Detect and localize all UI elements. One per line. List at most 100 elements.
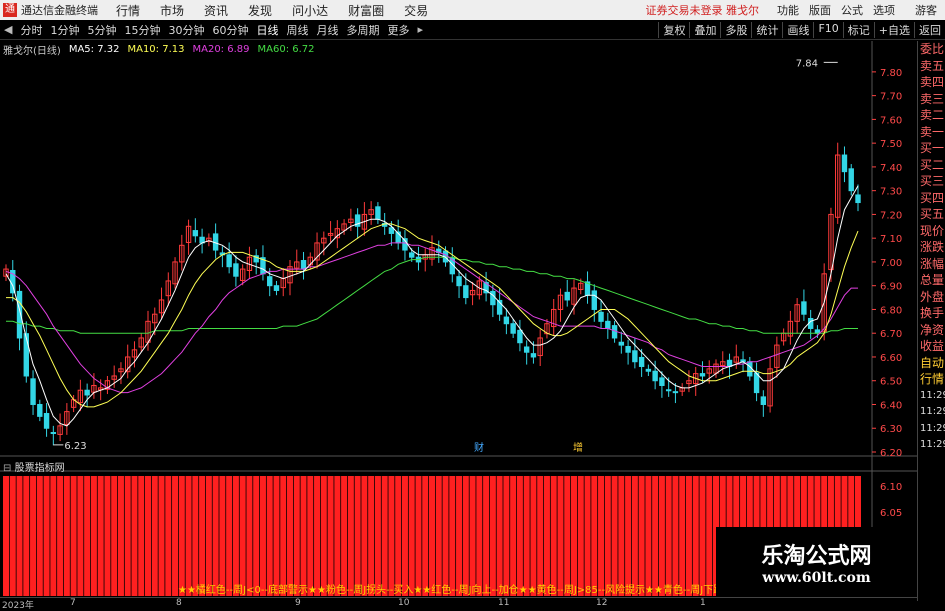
side-item-13[interactable]: 涨幅 bbox=[918, 256, 945, 273]
guest-user[interactable]: 游客 bbox=[915, 2, 937, 18]
side-item-7[interactable]: 买二 bbox=[918, 157, 945, 174]
side-item-8[interactable]: 买三 bbox=[918, 173, 945, 190]
candle-body bbox=[463, 285, 469, 299]
indicator-header[interactable]: ⊟ 股票指标网 bbox=[3, 459, 65, 474]
candle-body bbox=[638, 356, 645, 367]
tool-mark[interactable]: 标记 bbox=[842, 21, 874, 38]
period-weekly[interactable]: 周线 bbox=[282, 22, 312, 38]
increase-marker: 增 bbox=[573, 441, 583, 454]
tool-multi-stock[interactable]: 多股 bbox=[720, 21, 751, 38]
indicator-bar bbox=[537, 476, 544, 596]
side-auto-1[interactable]: 行情 bbox=[918, 371, 945, 388]
indicator-bar bbox=[320, 476, 327, 596]
candle-body bbox=[584, 281, 591, 296]
price-tick-label: 6.30 bbox=[880, 424, 902, 435]
menu-wealth-circle[interactable]: 财富圈 bbox=[348, 2, 384, 19]
tool-back[interactable]: 返回 bbox=[914, 21, 945, 38]
period-more[interactable]: 更多 bbox=[383, 22, 413, 38]
menu-layout[interactable]: 版面 bbox=[809, 2, 831, 18]
period-daily[interactable]: 日线 bbox=[252, 22, 282, 38]
tool-adjust[interactable]: 复权 bbox=[658, 21, 689, 38]
menu-trade[interactable]: 交易 bbox=[404, 2, 428, 19]
side-item-11[interactable]: 现价 bbox=[918, 223, 945, 240]
tool-add-favorite[interactable]: +自选 bbox=[873, 21, 914, 38]
price-ticks-layer: 7.80 7.70 7.60 7.50 7.40 7.30 7.20 7.10 7.00 6.90… bbox=[872, 68, 902, 459]
indicator-bar bbox=[672, 476, 679, 596]
side-item-9[interactable]: 买四 bbox=[918, 190, 945, 207]
chart-tools: 复权 叠加 多股 统计 画线 F10 标记 +自选 返回 bbox=[658, 21, 945, 38]
candle-body bbox=[91, 384, 97, 393]
period-60min[interactable]: 60分钟 bbox=[208, 22, 252, 38]
side-item-18[interactable]: 收益 bbox=[918, 338, 945, 355]
candle-body bbox=[740, 359, 746, 363]
side-item-15[interactable]: 外盘 bbox=[918, 289, 945, 306]
side-item-6[interactable]: 买一 bbox=[918, 140, 945, 157]
side-item-4[interactable]: 卖二 bbox=[918, 107, 945, 124]
period-multi[interactable]: 多周期 bbox=[342, 22, 383, 38]
tool-f10[interactable]: F10 bbox=[813, 21, 842, 38]
side-time-3: 11:29 bbox=[920, 439, 945, 450]
indicator-bar bbox=[442, 476, 449, 596]
tool-overlay[interactable]: 叠加 bbox=[689, 21, 720, 38]
candle-body bbox=[165, 280, 171, 297]
side-item-12[interactable]: 涨跌 bbox=[918, 239, 945, 256]
side-item-3[interactable]: 卖三 bbox=[918, 91, 945, 108]
period-intraday[interactable]: 分时 bbox=[16, 22, 46, 38]
menu-options[interactable]: 选项 bbox=[873, 2, 895, 18]
menu-market[interactable]: 市场 bbox=[160, 2, 184, 19]
indicator-bar bbox=[117, 476, 124, 596]
trade-login-warning[interactable]: 证券交易未登录 雅戈尔 bbox=[646, 2, 760, 18]
indicator-bar bbox=[422, 476, 429, 596]
period-1min[interactable]: 1分钟 bbox=[46, 22, 83, 38]
tool-draw-line[interactable]: 画线 bbox=[782, 21, 813, 38]
candle-body bbox=[618, 341, 625, 346]
price-tick-label: 6.70 bbox=[880, 329, 902, 340]
year-label: 2023年 bbox=[2, 601, 34, 611]
candle-body bbox=[179, 244, 185, 263]
menu-ask-xiaoda[interactable]: 问小达 bbox=[292, 2, 328, 19]
side-item-17[interactable]: 净资 bbox=[918, 322, 945, 339]
candle-body bbox=[415, 256, 422, 263]
indicator-bar bbox=[638, 476, 645, 596]
menu-function[interactable]: 功能 bbox=[777, 2, 799, 18]
candle-body bbox=[145, 320, 151, 343]
menu-discover[interactable]: 发现 bbox=[248, 2, 272, 19]
tool-statistics[interactable]: 统计 bbox=[751, 21, 782, 38]
menu-news[interactable]: 资讯 bbox=[204, 2, 228, 19]
side-item-10[interactable]: 买五 bbox=[918, 206, 945, 223]
candle-body bbox=[835, 154, 841, 218]
side-item-5[interactable]: 卖一 bbox=[918, 124, 945, 141]
candle-body bbox=[429, 247, 435, 260]
indicator-bar bbox=[300, 476, 307, 596]
indicator-bar bbox=[104, 476, 111, 596]
candle-body bbox=[199, 236, 205, 244]
period-15min[interactable]: 15分钟 bbox=[120, 22, 164, 38]
app-title: 通达信金融终端 bbox=[21, 4, 98, 17]
candle-body bbox=[37, 403, 43, 417]
candle-body bbox=[307, 256, 313, 266]
period-30min[interactable]: 30分钟 bbox=[164, 22, 208, 38]
menu-market-quotes[interactable]: 行情 bbox=[116, 2, 140, 19]
side-item-2[interactable]: 卖四 bbox=[918, 74, 945, 91]
indicator-collapse-icon[interactable]: ⊟ bbox=[3, 463, 11, 474]
candle-body bbox=[287, 266, 293, 284]
side-item-14[interactable]: 总量 bbox=[918, 272, 945, 289]
indicator-bar bbox=[36, 476, 43, 596]
candle-body bbox=[841, 154, 848, 173]
side-item-0[interactable]: 委比 bbox=[918, 41, 945, 58]
side-auto-0[interactable]: 自动 bbox=[918, 355, 945, 372]
menu-formula[interactable]: 公式 bbox=[841, 2, 863, 18]
more-chevron-icon[interactable]: ▸ bbox=[413, 23, 427, 36]
ma5-label: MA5: 7.32 bbox=[68, 44, 120, 55]
period-monthly[interactable]: 月线 bbox=[312, 22, 342, 38]
price-tick-label: 7.20 bbox=[880, 210, 902, 221]
side-item-16[interactable]: 换手 bbox=[918, 305, 945, 322]
prev-arrow-icon[interactable]: ◀ bbox=[0, 23, 16, 36]
side-item-1[interactable]: 卖五 bbox=[918, 58, 945, 75]
price-tick-label: 6.40 bbox=[880, 400, 902, 411]
candle-body bbox=[571, 287, 577, 305]
side-panel: 委比 卖五 卖四 卖三 卖二 卖一 买一 买二 买三 买四 买五 现价 涨跌 涨幅 总量 外盘 换手 净资 收益 自动… bbox=[917, 41, 945, 601]
period-5min[interactable]: 5分钟 bbox=[83, 22, 120, 38]
candle-body bbox=[253, 255, 259, 263]
indicator-bar bbox=[523, 476, 530, 596]
